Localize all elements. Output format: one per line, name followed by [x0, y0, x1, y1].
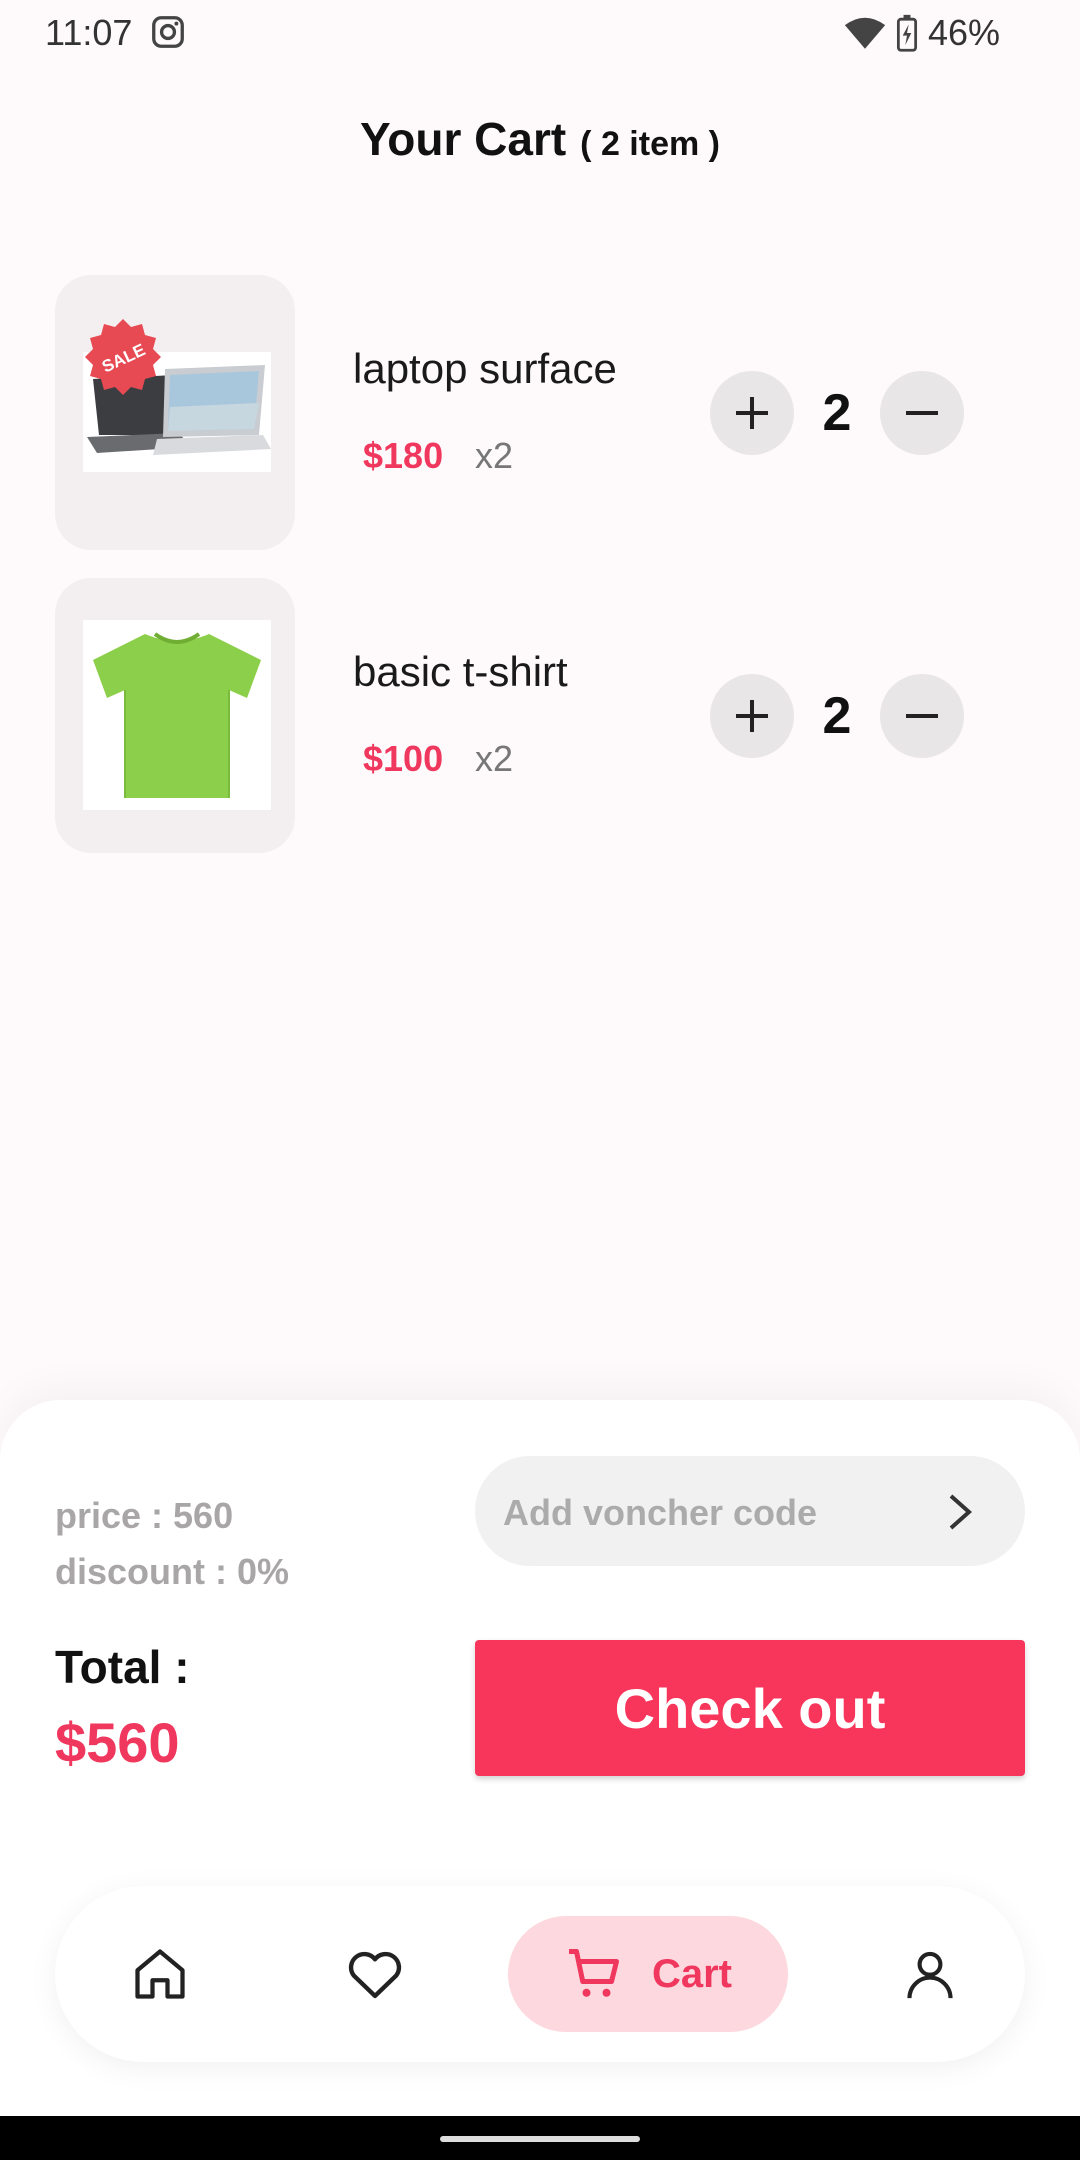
cart-icon	[568, 1949, 619, 1997]
product-name: laptop surface	[353, 345, 617, 392]
order-summary: price : 560 discount : 0%	[55, 1488, 289, 1600]
page-title: Your Cart ( 2 item )	[0, 112, 1080, 166]
cart-item-count: ( 2 item )	[580, 125, 720, 163]
quantity-value: 2	[822, 687, 852, 745]
battery-percent: 46%	[927, 12, 1000, 53]
product-price: $100	[363, 738, 444, 779]
plus-icon	[736, 700, 768, 732]
checkout-button[interactable]: Check out	[475, 1640, 1025, 1776]
status-time: 11:07	[45, 12, 133, 53]
discount-summary: discount : 0%	[55, 1551, 290, 1592]
nav-cart[interactable]: Cart	[508, 1916, 788, 2032]
nav-profile[interactable]	[875, 1916, 985, 2032]
cart-title: Your Cart	[360, 113, 567, 165]
battery-charging-icon	[896, 14, 917, 52]
minus-icon	[906, 411, 938, 415]
wifi-icon	[844, 17, 886, 49]
decrease-button[interactable]	[880, 371, 964, 455]
cart-item-tshirt[interactable]: basic t-shirt $100 x2 2	[55, 578, 1035, 853]
voucher-input[interactable]: Add voncher code	[475, 1456, 1025, 1566]
status-right: 46%	[844, 12, 1000, 54]
price-summary: price : 560	[55, 1495, 234, 1536]
system-navigation-bar	[0, 2116, 1080, 2160]
sale-badge: SALE	[85, 319, 161, 395]
plus-icon	[736, 397, 768, 429]
bottom-navigation: Cart	[55, 1886, 1025, 2062]
increase-button[interactable]	[710, 371, 794, 455]
decrease-button[interactable]	[880, 674, 964, 758]
product-quantity-label: x2	[475, 738, 514, 779]
product-thumbnail	[55, 578, 295, 853]
increase-button[interactable]	[710, 674, 794, 758]
quantity-stepper: 2	[710, 371, 964, 455]
status-bar: 11:07 46%	[0, 0, 1080, 68]
tshirt-image	[83, 620, 271, 810]
home-icon	[135, 1949, 185, 1999]
product-quantity-label: x2	[475, 435, 514, 476]
product-price: $180	[363, 435, 444, 476]
total-label: Total :	[55, 1641, 190, 1693]
voucher-placeholder: Add voncher code	[503, 1492, 818, 1533]
heart-icon	[348, 1951, 402, 1999]
user-icon	[907, 1951, 953, 1999]
chevron-right-icon[interactable]	[945, 1492, 975, 1532]
nav-cart-label: Cart	[651, 1951, 733, 1996]
product-name: basic t-shirt	[353, 648, 568, 695]
quantity-stepper: 2	[710, 674, 964, 758]
instagram-icon	[152, 16, 184, 48]
minus-icon	[906, 714, 938, 718]
home-gesture-handle[interactable]	[440, 2136, 640, 2142]
nav-home[interactable]	[105, 1916, 215, 2032]
product-thumbnail: SALE	[55, 275, 295, 550]
quantity-value: 2	[822, 384, 852, 442]
total-value: $560	[55, 1711, 180, 1774]
cart-item-laptop[interactable]: SALE laptop surface $180 x2 2	[55, 275, 1035, 550]
nav-favorites[interactable]	[320, 1916, 430, 2032]
